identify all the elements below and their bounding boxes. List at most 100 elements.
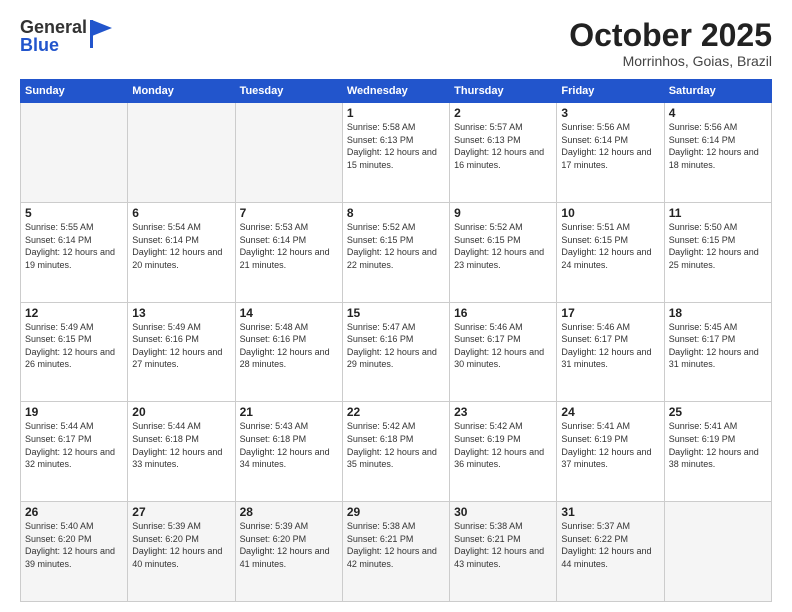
day-number: 10 bbox=[561, 206, 659, 220]
day-number: 26 bbox=[25, 505, 123, 519]
table-row: 27Sunrise: 5:39 AM Sunset: 6:20 PM Dayli… bbox=[128, 502, 235, 602]
header: General Blue October 2025 Morrinhos, Goi… bbox=[20, 18, 772, 69]
calendar-week-row: 26Sunrise: 5:40 AM Sunset: 6:20 PM Dayli… bbox=[21, 502, 772, 602]
day-info: Sunrise: 5:56 AM Sunset: 6:14 PM Dayligh… bbox=[561, 121, 659, 171]
table-row: 1Sunrise: 5:58 AM Sunset: 6:13 PM Daylig… bbox=[342, 103, 449, 203]
day-number: 15 bbox=[347, 306, 445, 320]
page: General Blue October 2025 Morrinhos, Goi… bbox=[0, 0, 792, 612]
table-row: 28Sunrise: 5:39 AM Sunset: 6:20 PM Dayli… bbox=[235, 502, 342, 602]
day-info: Sunrise: 5:54 AM Sunset: 6:14 PM Dayligh… bbox=[132, 221, 230, 271]
day-number: 11 bbox=[669, 206, 767, 220]
table-row: 7Sunrise: 5:53 AM Sunset: 6:14 PM Daylig… bbox=[235, 202, 342, 302]
day-number: 17 bbox=[561, 306, 659, 320]
table-row: 3Sunrise: 5:56 AM Sunset: 6:14 PM Daylig… bbox=[557, 103, 664, 203]
day-info: Sunrise: 5:52 AM Sunset: 6:15 PM Dayligh… bbox=[347, 221, 445, 271]
day-info: Sunrise: 5:48 AM Sunset: 6:16 PM Dayligh… bbox=[240, 321, 338, 371]
table-row: 30Sunrise: 5:38 AM Sunset: 6:21 PM Dayli… bbox=[450, 502, 557, 602]
logo: General Blue bbox=[20, 18, 112, 54]
table-row: 26Sunrise: 5:40 AM Sunset: 6:20 PM Dayli… bbox=[21, 502, 128, 602]
day-info: Sunrise: 5:42 AM Sunset: 6:19 PM Dayligh… bbox=[454, 420, 552, 470]
day-info: Sunrise: 5:49 AM Sunset: 6:16 PM Dayligh… bbox=[132, 321, 230, 371]
table-row: 14Sunrise: 5:48 AM Sunset: 6:16 PM Dayli… bbox=[235, 302, 342, 402]
day-info: Sunrise: 5:40 AM Sunset: 6:20 PM Dayligh… bbox=[25, 520, 123, 570]
day-number: 21 bbox=[240, 405, 338, 419]
table-row: 4Sunrise: 5:56 AM Sunset: 6:14 PM Daylig… bbox=[664, 103, 771, 203]
day-info: Sunrise: 5:57 AM Sunset: 6:13 PM Dayligh… bbox=[454, 121, 552, 171]
day-info: Sunrise: 5:38 AM Sunset: 6:21 PM Dayligh… bbox=[347, 520, 445, 570]
day-info: Sunrise: 5:50 AM Sunset: 6:15 PM Dayligh… bbox=[669, 221, 767, 271]
day-number: 3 bbox=[561, 106, 659, 120]
day-number: 1 bbox=[347, 106, 445, 120]
table-row bbox=[128, 103, 235, 203]
day-number: 18 bbox=[669, 306, 767, 320]
day-number: 12 bbox=[25, 306, 123, 320]
day-info: Sunrise: 5:58 AM Sunset: 6:13 PM Dayligh… bbox=[347, 121, 445, 171]
day-number: 7 bbox=[240, 206, 338, 220]
title-block: October 2025 Morrinhos, Goias, Brazil bbox=[569, 18, 772, 69]
calendar-title: October 2025 bbox=[569, 18, 772, 53]
day-info: Sunrise: 5:42 AM Sunset: 6:18 PM Dayligh… bbox=[347, 420, 445, 470]
table-row: 21Sunrise: 5:43 AM Sunset: 6:18 PM Dayli… bbox=[235, 402, 342, 502]
day-info: Sunrise: 5:45 AM Sunset: 6:17 PM Dayligh… bbox=[669, 321, 767, 371]
weekday-header-row: Sunday Monday Tuesday Wednesday Thursday… bbox=[21, 80, 772, 103]
day-number: 2 bbox=[454, 106, 552, 120]
day-number: 9 bbox=[454, 206, 552, 220]
logo-general: General bbox=[20, 18, 87, 36]
table-row bbox=[664, 502, 771, 602]
day-number: 27 bbox=[132, 505, 230, 519]
day-number: 20 bbox=[132, 405, 230, 419]
day-info: Sunrise: 5:46 AM Sunset: 6:17 PM Dayligh… bbox=[561, 321, 659, 371]
table-row: 5Sunrise: 5:55 AM Sunset: 6:14 PM Daylig… bbox=[21, 202, 128, 302]
logo-blue: Blue bbox=[20, 36, 87, 54]
header-monday: Monday bbox=[128, 80, 235, 103]
day-number: 22 bbox=[347, 405, 445, 419]
day-number: 13 bbox=[132, 306, 230, 320]
table-row: 25Sunrise: 5:41 AM Sunset: 6:19 PM Dayli… bbox=[664, 402, 771, 502]
table-row: 18Sunrise: 5:45 AM Sunset: 6:17 PM Dayli… bbox=[664, 302, 771, 402]
calendar-week-row: 19Sunrise: 5:44 AM Sunset: 6:17 PM Dayli… bbox=[21, 402, 772, 502]
header-friday: Friday bbox=[557, 80, 664, 103]
day-info: Sunrise: 5:55 AM Sunset: 6:14 PM Dayligh… bbox=[25, 221, 123, 271]
calendar-table: Sunday Monday Tuesday Wednesday Thursday… bbox=[20, 79, 772, 602]
day-info: Sunrise: 5:53 AM Sunset: 6:14 PM Dayligh… bbox=[240, 221, 338, 271]
table-row: 11Sunrise: 5:50 AM Sunset: 6:15 PM Dayli… bbox=[664, 202, 771, 302]
table-row: 9Sunrise: 5:52 AM Sunset: 6:15 PM Daylig… bbox=[450, 202, 557, 302]
table-row: 8Sunrise: 5:52 AM Sunset: 6:15 PM Daylig… bbox=[342, 202, 449, 302]
day-info: Sunrise: 5:44 AM Sunset: 6:18 PM Dayligh… bbox=[132, 420, 230, 470]
day-number: 29 bbox=[347, 505, 445, 519]
table-row: 15Sunrise: 5:47 AM Sunset: 6:16 PM Dayli… bbox=[342, 302, 449, 402]
calendar-week-row: 5Sunrise: 5:55 AM Sunset: 6:14 PM Daylig… bbox=[21, 202, 772, 302]
day-info: Sunrise: 5:56 AM Sunset: 6:14 PM Dayligh… bbox=[669, 121, 767, 171]
day-info: Sunrise: 5:51 AM Sunset: 6:15 PM Dayligh… bbox=[561, 221, 659, 271]
table-row: 19Sunrise: 5:44 AM Sunset: 6:17 PM Dayli… bbox=[21, 402, 128, 502]
day-number: 16 bbox=[454, 306, 552, 320]
day-info: Sunrise: 5:39 AM Sunset: 6:20 PM Dayligh… bbox=[240, 520, 338, 570]
table-row: 2Sunrise: 5:57 AM Sunset: 6:13 PM Daylig… bbox=[450, 103, 557, 203]
day-info: Sunrise: 5:44 AM Sunset: 6:17 PM Dayligh… bbox=[25, 420, 123, 470]
table-row: 17Sunrise: 5:46 AM Sunset: 6:17 PM Dayli… bbox=[557, 302, 664, 402]
day-info: Sunrise: 5:41 AM Sunset: 6:19 PM Dayligh… bbox=[561, 420, 659, 470]
header-saturday: Saturday bbox=[664, 80, 771, 103]
day-number: 23 bbox=[454, 405, 552, 419]
day-info: Sunrise: 5:47 AM Sunset: 6:16 PM Dayligh… bbox=[347, 321, 445, 371]
table-row: 12Sunrise: 5:49 AM Sunset: 6:15 PM Dayli… bbox=[21, 302, 128, 402]
table-row: 31Sunrise: 5:37 AM Sunset: 6:22 PM Dayli… bbox=[557, 502, 664, 602]
table-row: 23Sunrise: 5:42 AM Sunset: 6:19 PM Dayli… bbox=[450, 402, 557, 502]
day-number: 31 bbox=[561, 505, 659, 519]
day-number: 24 bbox=[561, 405, 659, 419]
day-info: Sunrise: 5:52 AM Sunset: 6:15 PM Dayligh… bbox=[454, 221, 552, 271]
table-row: 24Sunrise: 5:41 AM Sunset: 6:19 PM Dayli… bbox=[557, 402, 664, 502]
day-info: Sunrise: 5:49 AM Sunset: 6:15 PM Dayligh… bbox=[25, 321, 123, 371]
table-row: 16Sunrise: 5:46 AM Sunset: 6:17 PM Dayli… bbox=[450, 302, 557, 402]
day-number: 8 bbox=[347, 206, 445, 220]
day-info: Sunrise: 5:41 AM Sunset: 6:19 PM Dayligh… bbox=[669, 420, 767, 470]
day-number: 25 bbox=[669, 405, 767, 419]
day-number: 28 bbox=[240, 505, 338, 519]
day-info: Sunrise: 5:39 AM Sunset: 6:20 PM Dayligh… bbox=[132, 520, 230, 570]
header-wednesday: Wednesday bbox=[342, 80, 449, 103]
table-row bbox=[235, 103, 342, 203]
calendar-week-row: 12Sunrise: 5:49 AM Sunset: 6:15 PM Dayli… bbox=[21, 302, 772, 402]
header-tuesday: Tuesday bbox=[235, 80, 342, 103]
day-info: Sunrise: 5:37 AM Sunset: 6:22 PM Dayligh… bbox=[561, 520, 659, 570]
table-row: 6Sunrise: 5:54 AM Sunset: 6:14 PM Daylig… bbox=[128, 202, 235, 302]
